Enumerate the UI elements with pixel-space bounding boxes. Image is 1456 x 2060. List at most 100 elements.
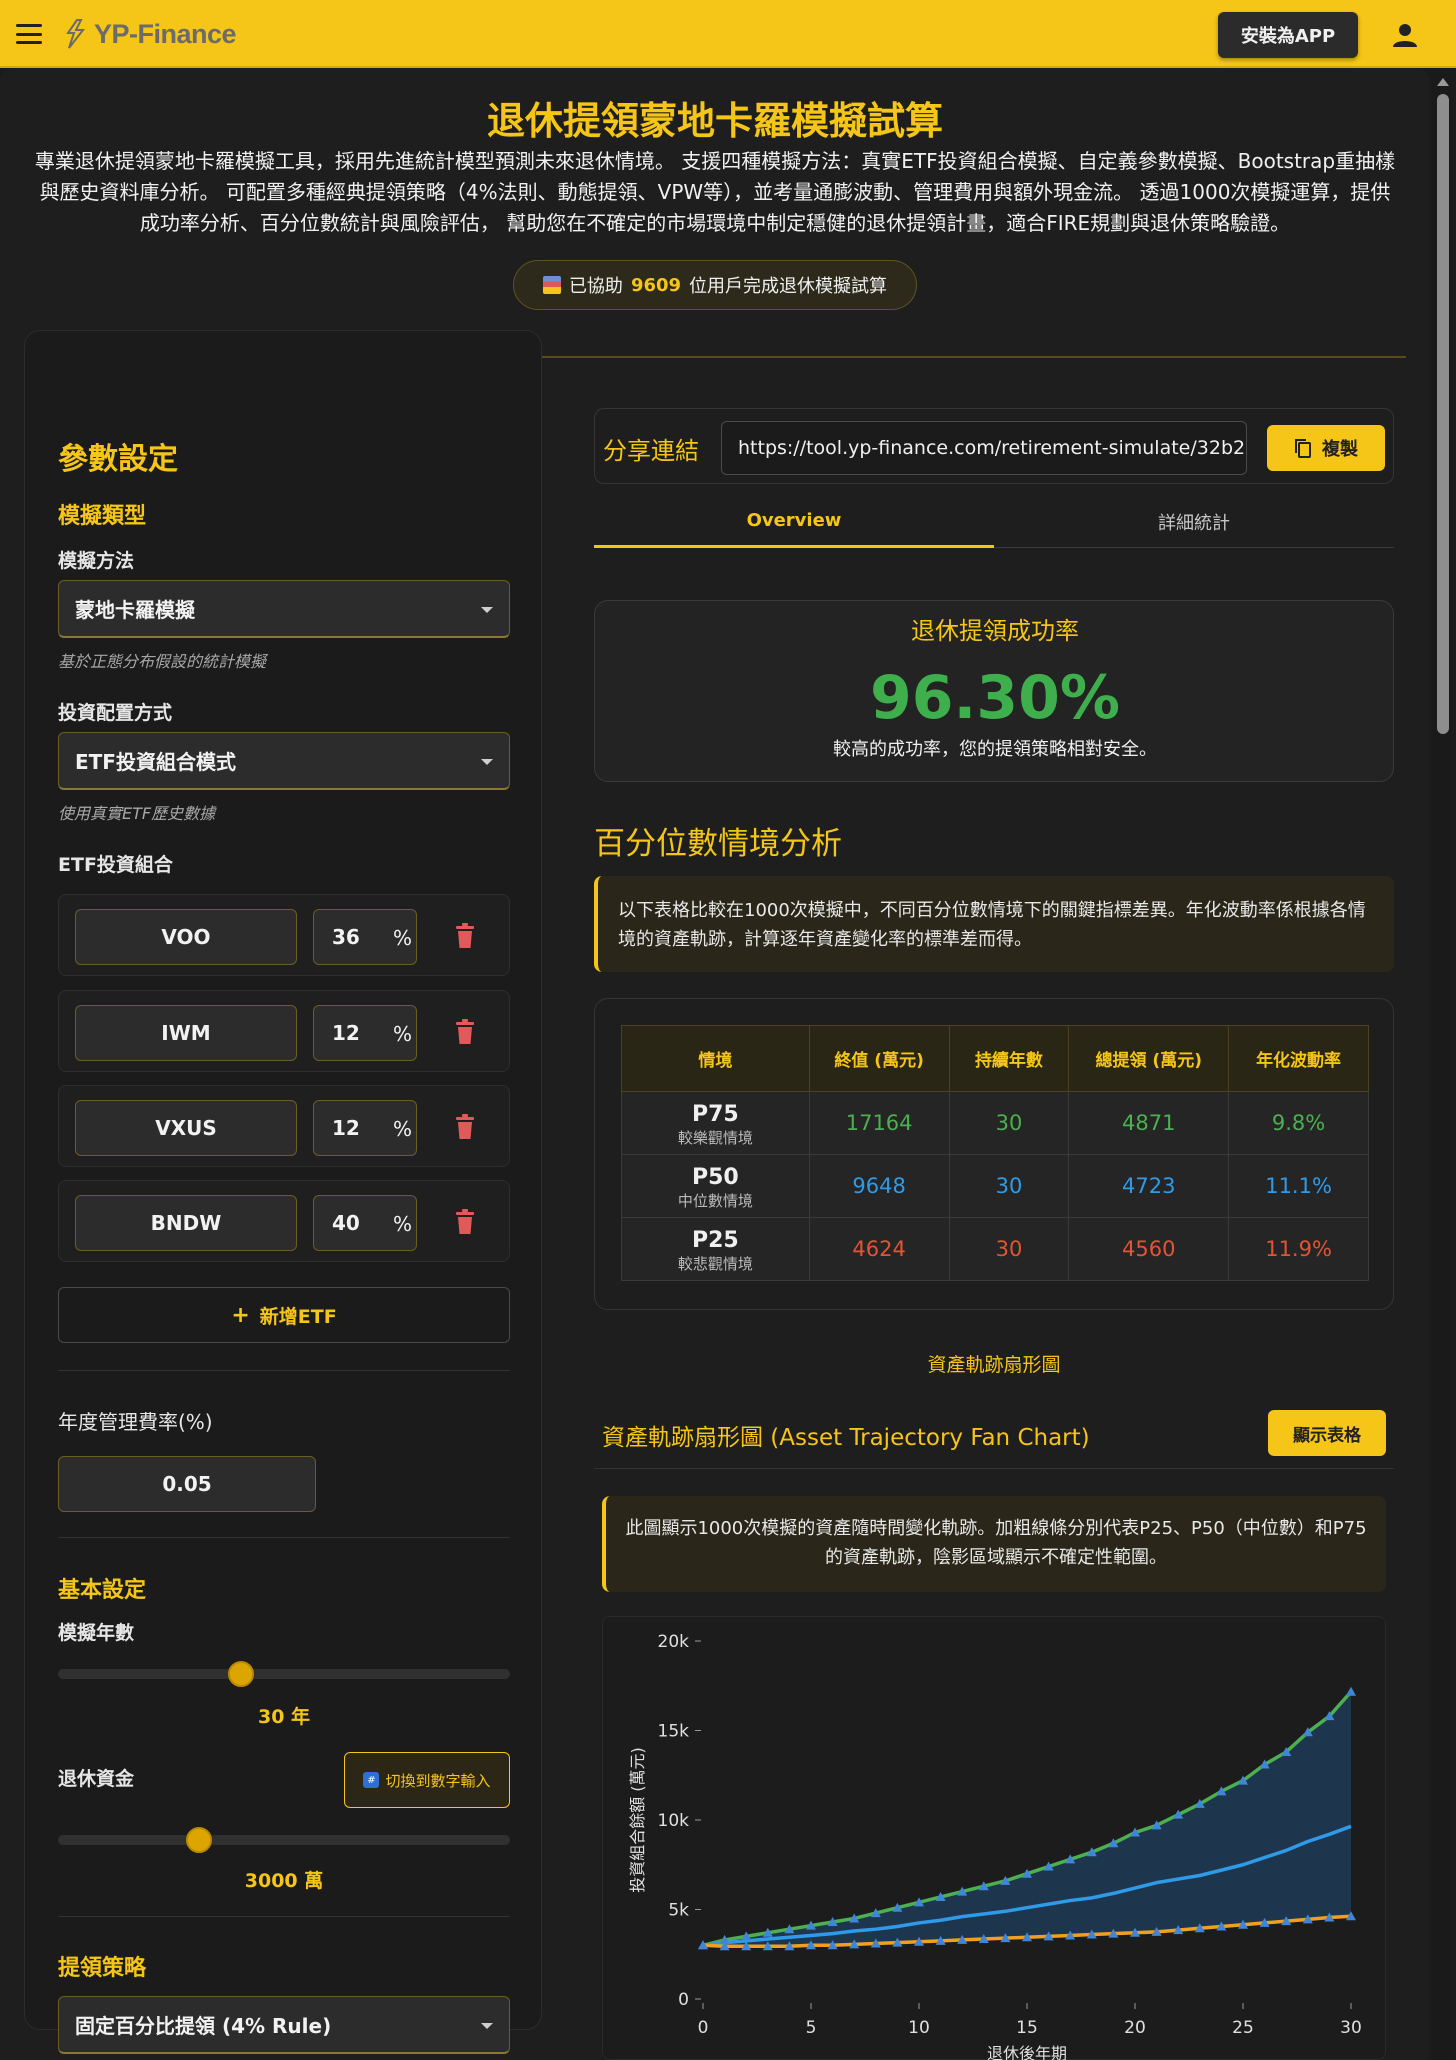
percentile-analysis-title: 百分位數情境分析 xyxy=(594,826,842,862)
etf-weight-value: 12 xyxy=(332,1021,360,1045)
etf-weight-input[interactable]: 36% xyxy=(313,909,417,965)
copy-icon xyxy=(1295,439,1311,458)
top-app-bar: YP-Finance 安裝為APP xyxy=(0,0,1456,68)
column-header: 總提領 (萬元) xyxy=(1068,1025,1230,1092)
etf-weight-input[interactable]: 12% xyxy=(313,1100,417,1156)
strategy-select[interactable]: 固定百分比提領 (4% Rule) xyxy=(58,1996,510,2054)
etf-ticker-input[interactable]: VXUS xyxy=(75,1100,297,1156)
etf-ticker-input[interactable]: BNDW xyxy=(75,1195,297,1251)
switch-label: 切換到數字輸入 xyxy=(385,1771,491,1790)
column-header: 年化波動率 xyxy=(1228,1025,1369,1092)
table-row: P75 較樂觀情境 17164 30 4871 9.8% xyxy=(621,1091,1369,1155)
y-tick-label: 10k xyxy=(658,1811,690,1831)
switch-to-number-input-button[interactable]: # 切換到數字輸入 xyxy=(344,1752,510,1808)
strategy-selected-value: 固定百分比提領 (4% Rule) xyxy=(75,2014,332,2038)
total-withdrawal-cell: 4871 xyxy=(1068,1091,1230,1155)
data-point-marker xyxy=(1346,1686,1356,1696)
number-keypad-icon: # xyxy=(363,1772,380,1788)
method-selected-value: 蒙地卡羅模擬 xyxy=(75,598,195,622)
y-tick-label: 5k xyxy=(668,1901,689,1921)
etf-weight-value: 40 xyxy=(332,1211,360,1235)
app-name: YP-Finance xyxy=(94,18,237,49)
fan-chart-info: 此圖顯示1000次模擬的資產隨時間變化軌跡。加粗線條分別代表P25、P50（中位… xyxy=(602,1496,1386,1592)
x-tick-label: 5 xyxy=(806,2018,817,2038)
fan-chart-section-label: 資產軌跡扇形圖 xyxy=(927,1354,1061,1376)
copy-link-button[interactable]: 複製 xyxy=(1267,425,1385,471)
percentile-info: 以下表格比較在1000次模擬中，不同百分位數情境下的關鍵指標差異。年化波動率係根… xyxy=(594,876,1394,972)
show-table-button[interactable]: 顯示表格 xyxy=(1268,1410,1386,1456)
etf-ticker-input[interactable]: IWM xyxy=(75,1005,297,1061)
capital-label: 退休資金 xyxy=(58,1768,135,1790)
etf-weight-input[interactable]: 40% xyxy=(313,1195,417,1251)
volatility-cell: 11.9% xyxy=(1228,1217,1369,1281)
fee-input[interactable]: 0.05 xyxy=(58,1456,316,1512)
menu-icon[interactable] xyxy=(16,24,42,44)
success-rate-card: 退休提領成功率 96.30% 較高的成功率，您的提領策略相對安全。 xyxy=(594,600,1394,782)
percent-sign: % xyxy=(392,926,412,950)
etf-weight-value: 12 xyxy=(332,1116,360,1140)
copy-label: 複製 xyxy=(1322,439,1358,460)
scrollbar-thumb[interactable] xyxy=(1437,94,1449,734)
column-header: 情境 xyxy=(621,1025,810,1092)
allocation-select[interactable]: ETF投資組合模式 xyxy=(58,732,510,790)
users-count-badge: 已協助 9609 位用戶完成退休模擬試算 xyxy=(513,260,917,310)
results-tabs: Overview 詳細統計 xyxy=(594,496,1394,548)
sim-type-title: 模擬類型 xyxy=(58,504,147,529)
duration-cell: 30 xyxy=(948,1091,1070,1155)
divider xyxy=(58,1537,510,1538)
user-account-icon[interactable] xyxy=(1390,20,1420,50)
bar-chart-icon xyxy=(542,276,561,294)
etf-ticker-input[interactable]: VOO xyxy=(75,909,297,965)
tab-overview[interactable]: Overview xyxy=(594,496,994,548)
fan-chart-container: 0 5k 10k 15k 20k 0 5 10 15 20 25 30 投資組合餘額 (萬元) 退休後年期 xyxy=(602,1616,1386,2060)
table-row: P25 較悲觀情境 4624 30 4560 11.9% xyxy=(621,1217,1369,1281)
delete-trash-icon[interactable] xyxy=(455,1019,475,1045)
etf-weight-input[interactable]: 12% xyxy=(313,1005,417,1061)
x-tick-label: 10 xyxy=(908,2018,930,2038)
install-app-button[interactable]: 安裝為APP xyxy=(1218,12,1358,58)
strategy-title: 提領策略 xyxy=(58,1956,147,1981)
y-tick-label: 20k xyxy=(658,1632,690,1652)
scroll-up-arrow-icon[interactable] xyxy=(1437,78,1449,86)
scenario-code: P50 xyxy=(691,1165,739,1190)
basic-settings-title: 基本設定 xyxy=(58,1578,147,1603)
method-select[interactable]: 蒙地卡羅模擬 xyxy=(58,580,510,638)
tab-detailed-stats[interactable]: 詳細統計 xyxy=(994,496,1394,548)
badge-prefix: 已協助 xyxy=(568,276,623,297)
allocation-label: 投資配置方式 xyxy=(58,702,173,724)
percent-sign: % xyxy=(392,1212,412,1236)
percentile-table: 情境 終值 (萬元) 持續年數 總提領 (萬元) 年化波動率 P75 較樂觀情境 … xyxy=(621,1025,1369,1281)
percentile-table-card: 情境 終值 (萬元) 持續年數 總提領 (萬元) 年化波動率 P75 較樂觀情境 … xyxy=(594,998,1394,1310)
years-label: 模擬年數 xyxy=(58,1622,135,1644)
app-logo[interactable]: YP-Finance xyxy=(62,16,237,52)
delete-trash-icon[interactable] xyxy=(455,1209,475,1235)
column-header: 終值 (萬元) xyxy=(808,1025,950,1092)
percent-sign: % xyxy=(392,1117,412,1141)
params-title: 參數設定 xyxy=(58,442,178,477)
y-tick-label: 15k xyxy=(658,1722,690,1742)
etf-weight-value: 36 xyxy=(332,925,360,949)
scenario-cell: P25 較悲觀情境 xyxy=(621,1217,810,1281)
add-etf-button[interactable]: + 新增ETF xyxy=(58,1287,510,1343)
page-title: 退休提領蒙地卡羅模擬試算 xyxy=(486,99,943,143)
y-axis-label: 投資組合餘額 (萬元) xyxy=(628,1747,647,1893)
chevron-down-icon xyxy=(481,759,493,765)
etf-portfolio-label: ETF投資組合 xyxy=(58,854,173,876)
x-tick-label: 0 xyxy=(698,2018,709,2038)
share-url-input[interactable]: https://tool.yp-finance.com/retirement-s… xyxy=(721,421,1247,475)
capital-slider-track[interactable] xyxy=(58,1835,510,1845)
x-axis-label: 退休後年期 xyxy=(987,2044,1067,2060)
capital-value: 3000 萬 xyxy=(244,1870,324,1892)
years-value: 30 年 xyxy=(257,1706,311,1728)
scenario-name: 較樂觀情境 xyxy=(677,1129,753,1147)
capital-slider-thumb[interactable] xyxy=(185,1827,212,1853)
delete-trash-icon[interactable] xyxy=(455,923,475,949)
table-row: P50 中位數情境 9648 30 4723 11.1% xyxy=(621,1154,1369,1218)
badge-count: 9609 xyxy=(630,274,682,296)
divider xyxy=(58,1370,510,1371)
delete-trash-icon[interactable] xyxy=(455,1114,475,1140)
etf-row: BNDW 40% xyxy=(58,1180,510,1262)
x-tick-label: 15 xyxy=(1016,2018,1038,2038)
scenario-cell: P50 中位數情境 xyxy=(621,1154,810,1218)
years-slider-track[interactable] xyxy=(58,1669,510,1679)
